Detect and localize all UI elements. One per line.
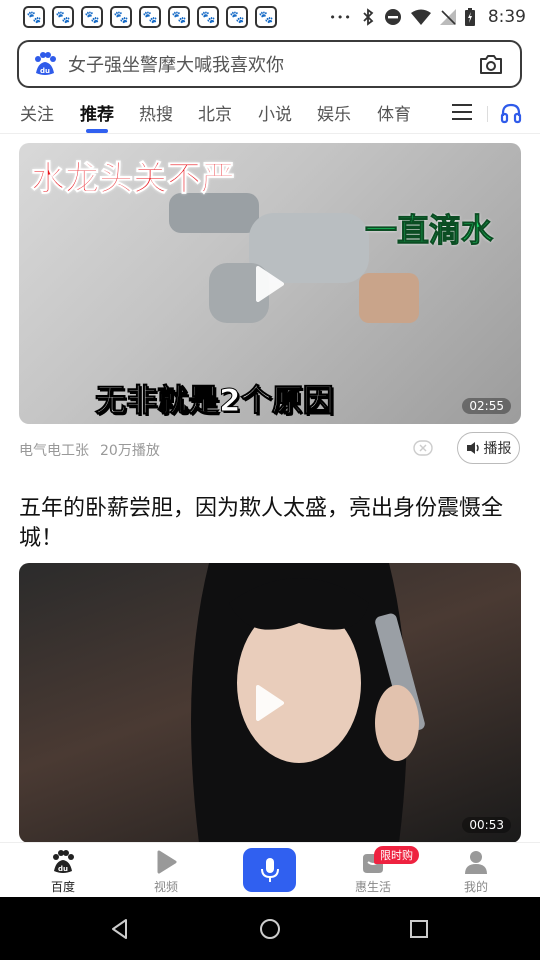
tab-beijing[interactable]: 北京: [198, 100, 232, 125]
feed-item-video-2[interactable]: 00:53: [19, 563, 521, 843]
video-duration: 02:55: [462, 398, 511, 414]
play-count: 20万播放: [100, 443, 160, 459]
user-icon: [465, 851, 487, 874]
baidu-paw-icon: 🐾: [255, 6, 277, 28]
dnd-icon: [384, 9, 401, 25]
status-bar: 🐾 🐾 🐾 🐾 🐾 🐾 🐾 🐾 🐾 ••• 8:39: [0, 0, 540, 34]
back-icon[interactable]: [108, 917, 132, 941]
home-circle-icon[interactable]: [258, 917, 282, 941]
feed-item-video-1[interactable]: 水龙头关不严 一直滴水 无非就是2个原因 02:55: [19, 143, 521, 424]
camera-icon: [480, 55, 502, 74]
tab-hot-search[interactable]: 热搜: [139, 100, 173, 125]
wifi-icon: [410, 9, 431, 25]
portrait-illustration: [191, 563, 425, 843]
overlay-caption-white: 无非就是2个原因: [95, 383, 335, 420]
baidu-paw-icon: 🐾: [52, 6, 74, 28]
nav-video[interactable]: 视频: [136, 849, 196, 895]
baidu-paw-icon: 🐾: [139, 6, 161, 28]
broadcast-button[interactable]: 播报: [457, 432, 520, 464]
no-signal-icon: [439, 9, 456, 25]
overlay-caption-red: 水龙头关不严: [31, 159, 236, 200]
clock: 8:39: [487, 7, 526, 27]
battery-icon: [464, 8, 475, 26]
video-thumbnail[interactable]: 00:53: [19, 563, 521, 843]
video-play-icon: [157, 850, 177, 874]
tab-novel[interactable]: 小说: [258, 100, 292, 125]
speaker-icon: [466, 442, 479, 454]
system-navigation-bar: [0, 897, 540, 960]
nav-mine[interactable]: 我的: [446, 849, 506, 895]
nav-video-label: 视频: [153, 880, 178, 894]
search-bar[interactable]: du 女子强坐警摩大喊我喜欢你: [17, 40, 522, 88]
dismiss-icon[interactable]: [413, 440, 433, 456]
play-icon[interactable]: [254, 264, 286, 304]
baidu-paw-icon: 🐾: [168, 6, 190, 28]
baidu-paw-icon: 🐾: [197, 6, 219, 28]
menu-icon[interactable]: [452, 103, 472, 121]
nav-home-label: 百度: [50, 880, 75, 894]
nav-home[interactable]: du 百度: [33, 849, 93, 895]
promo-badge: 限时购: [374, 846, 419, 864]
headphone-icon[interactable]: [499, 101, 523, 125]
feed-item-meta: 电气电工张 20万播放 播报: [19, 432, 521, 466]
article-title[interactable]: 五年的卧薪尝胆，因为欺人太盛，亮出身份震慑全城！: [19, 494, 524, 554]
notification-icons: 🐾 🐾 🐾 🐾 🐾 🐾 🐾 🐾 🐾: [23, 6, 277, 28]
microphone-icon: [260, 858, 279, 882]
voice-search-button[interactable]: [243, 848, 296, 892]
svg-text:du: du: [58, 865, 68, 873]
baidu-paw-icon: 🐾: [81, 6, 103, 28]
nav-mine-label: 我的: [463, 880, 488, 894]
tab-entertainment[interactable]: 娱乐: [317, 100, 351, 125]
play-icon[interactable]: [254, 683, 286, 723]
video-thumbnail[interactable]: 水龙头关不严 一直滴水 无非就是2个原因 02:55: [19, 143, 521, 424]
baidu-home-icon: du: [53, 850, 74, 873]
bottom-navigation: du 百度 视频 惠生活 限时购 我的: [0, 842, 540, 898]
video-duration: 00:53: [462, 817, 511, 833]
tabs-divider: [487, 106, 488, 122]
recents-icon[interactable]: [407, 917, 431, 941]
video-source[interactable]: 电气电工张: [19, 440, 89, 460]
divider: [0, 133, 540, 134]
baidu-logo-icon: du: [35, 52, 56, 75]
tab-recommend[interactable]: 推荐: [80, 100, 114, 125]
overlay-caption-green: 一直滴水: [364, 211, 493, 250]
svg-text:du: du: [40, 67, 50, 75]
baidu-paw-icon: 🐾: [110, 6, 132, 28]
nav-life-label: 惠生活: [354, 880, 391, 894]
status-right: ••• 8:39: [329, 0, 526, 34]
baidu-paw-icon: 🐾: [226, 6, 248, 28]
tab-sports[interactable]: 体育: [377, 100, 411, 125]
broadcast-label: 播报: [483, 441, 512, 457]
channel-tabs: 关注 推荐 热搜 北京 小说 娱乐 体育: [0, 96, 540, 134]
camera-search-button[interactable]: [476, 49, 506, 79]
tab-follow[interactable]: 关注: [20, 100, 54, 125]
bluetooth-icon: [363, 8, 374, 26]
search-input[interactable]: 女子强坐警摩大喊我喜欢你: [68, 51, 476, 77]
baidu-paw-icon: 🐾: [23, 6, 45, 28]
more-notifications-icon: •••: [329, 10, 352, 24]
